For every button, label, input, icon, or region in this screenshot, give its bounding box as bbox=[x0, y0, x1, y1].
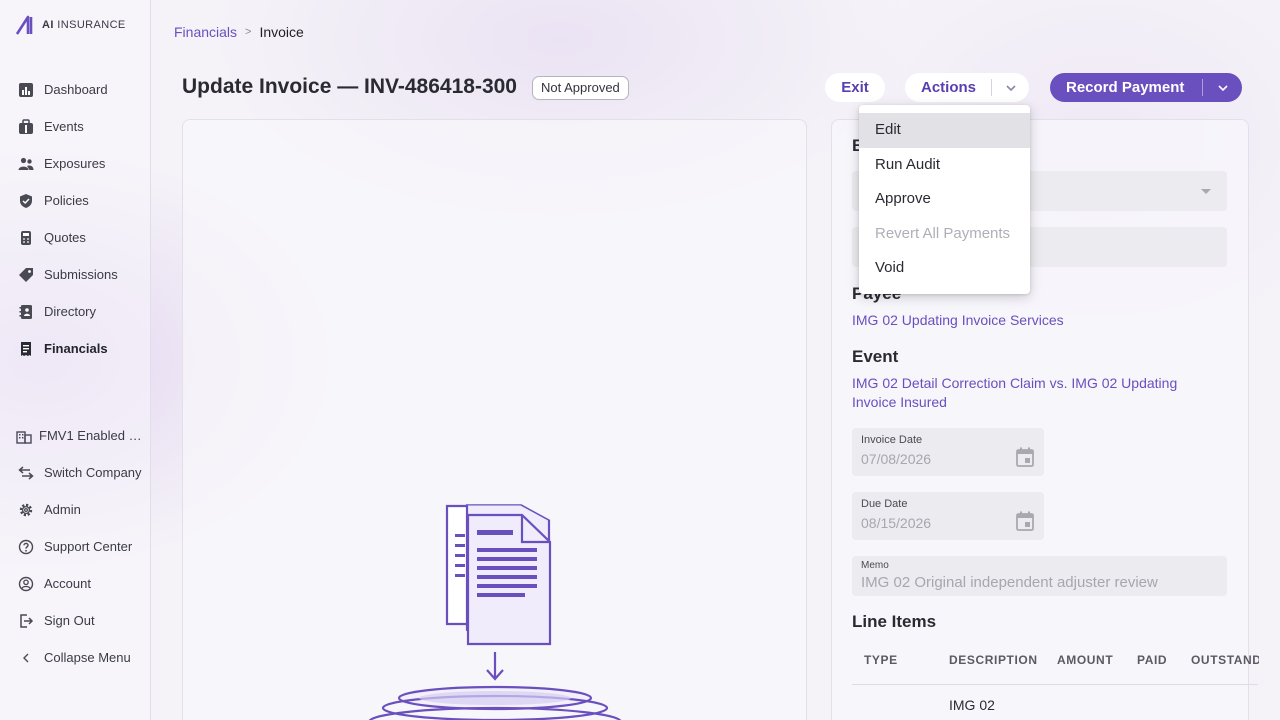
page-title: Update Invoice — INV-486418-300 bbox=[182, 75, 517, 98]
brand-logo[interactable]: AI INSURANCE bbox=[16, 15, 126, 35]
breadcrumb-separator: > bbox=[245, 26, 252, 38]
sidebar-item-events[interactable]: Events bbox=[0, 108, 151, 145]
sidebar-item-label: Support Center bbox=[44, 539, 133, 554]
bar-chart-icon bbox=[19, 82, 33, 97]
invoice-date-label: Invoice Date bbox=[861, 434, 923, 446]
record-payment-dropdown-toggle[interactable] bbox=[1203, 84, 1242, 92]
sidebar-item-label: Admin bbox=[44, 502, 81, 517]
account-circle-icon bbox=[18, 576, 34, 591]
utility-nav: FMV1 Enabled Company Switch Company Admi… bbox=[0, 417, 151, 676]
building-icon bbox=[16, 430, 32, 444]
receipt-icon bbox=[21, 341, 31, 356]
actions-dropdown-toggle[interactable] bbox=[992, 84, 1029, 92]
payee-link[interactable]: IMG 02 Updating Invoice Services bbox=[852, 311, 1222, 330]
caret-down-icon bbox=[1201, 189, 1211, 194]
actions-button[interactable]: Actions bbox=[905, 73, 1029, 102]
gear-icon bbox=[19, 503, 33, 516]
column-header-description[interactable]: DESCRIPTION bbox=[949, 653, 1038, 667]
people-icon bbox=[18, 157, 34, 170]
breadcrumb: Financials > Invoice bbox=[174, 24, 304, 40]
breadcrumb-current: Invoice bbox=[259, 24, 304, 40]
sidebar-item-label: Dashboard bbox=[44, 82, 108, 97]
menu-item-approve[interactable]: Approve bbox=[859, 182, 1030, 217]
memo-label: Memo bbox=[861, 560, 889, 571]
sidebar-item-financials[interactable]: Financials bbox=[0, 330, 151, 367]
invoice-date-value: 07/08/2026 bbox=[861, 451, 932, 467]
line-items-heading: Line Items bbox=[852, 612, 937, 631]
calendar-icon[interactable] bbox=[1016, 447, 1034, 467]
column-header-paid[interactable]: PAID bbox=[1137, 653, 1167, 667]
calendar-icon[interactable] bbox=[1016, 511, 1034, 531]
document-upload-illustration-icon bbox=[368, 504, 622, 720]
chevron-left-icon bbox=[23, 653, 29, 662]
breadcrumb-link-financials[interactable]: Financials bbox=[174, 24, 237, 40]
sign-out-icon bbox=[20, 613, 34, 628]
chevron-down-icon bbox=[1005, 84, 1016, 91]
menu-item-revert-all-payments: Revert All Payments bbox=[875, 224, 1011, 242]
main-nav: Dashboard Events Exposures Policies Quot… bbox=[0, 71, 151, 367]
actions-button-label: Actions bbox=[921, 79, 977, 96]
support-center-link[interactable]: Support Center bbox=[0, 528, 151, 565]
calculator-icon bbox=[21, 230, 31, 245]
briefcase-icon bbox=[19, 118, 33, 134]
logo-text: AI INSURANCE bbox=[42, 19, 126, 31]
tag-icon bbox=[19, 267, 33, 282]
sidebar-item-label: Quotes bbox=[44, 230, 86, 245]
record-payment-label: Record Payment bbox=[1066, 79, 1185, 96]
sidebar-item-label: Sign Out bbox=[44, 613, 95, 628]
status-badge: Not Approved bbox=[532, 76, 629, 100]
column-header-type[interactable]: TYPE bbox=[864, 653, 898, 667]
sidebar-item-label: Account bbox=[44, 576, 91, 591]
sidebar-item-label: Collapse Menu bbox=[44, 650, 131, 665]
sidebar-item-label: Policies bbox=[44, 193, 89, 208]
record-payment-button[interactable]: Record Payment bbox=[1050, 73, 1242, 102]
due-date-value: 08/15/2026 bbox=[861, 515, 932, 531]
menu-item-void[interactable]: Void bbox=[859, 251, 1030, 286]
document-preview-panel[interactable] bbox=[182, 119, 807, 720]
exit-button[interactable]: Exit bbox=[825, 73, 885, 102]
admin-link[interactable]: Admin bbox=[0, 491, 151, 528]
sidebar-item-label: Switch Company bbox=[44, 465, 142, 480]
sidebar-item-quotes[interactable]: Quotes bbox=[0, 219, 151, 256]
company-switcher-current[interactable]: FMV1 Enabled Company bbox=[0, 417, 151, 454]
table-header-divider bbox=[852, 684, 1258, 685]
column-header-amount[interactable]: AMOUNT bbox=[1057, 653, 1113, 667]
actions-menu: Edit Run Audit Approve Revert All Paymen… bbox=[859, 105, 1030, 294]
memo-field[interactable]: Memo IMG 02 Original independent adjuste… bbox=[852, 556, 1227, 596]
menu-item-run-audit[interactable]: Run Audit bbox=[859, 148, 1030, 183]
column-header-outstanding[interactable]: OUTSTAND bbox=[1191, 653, 1259, 667]
sidebar-item-label: Exposures bbox=[44, 156, 106, 171]
line-item-description: IMG 02 Original bbox=[949, 697, 997, 720]
contacts-book-icon bbox=[19, 304, 32, 319]
due-date-field[interactable]: Due Date 08/15/2026 bbox=[852, 492, 1044, 540]
sidebar-item-dashboard[interactable]: Dashboard bbox=[0, 71, 151, 108]
invoice-date-field[interactable]: Invoice Date 07/08/2026 bbox=[852, 428, 1044, 476]
sidebar-item-label: Directory bbox=[44, 304, 97, 319]
sidebar-item-policies[interactable]: Policies bbox=[0, 182, 151, 219]
chevron-down-icon bbox=[1217, 84, 1228, 91]
switch-arrows-icon bbox=[18, 465, 34, 480]
company-name: FMV1 Enabled Company bbox=[39, 428, 144, 443]
event-heading: Event bbox=[852, 347, 899, 366]
sidebar-item-directory[interactable]: Directory bbox=[0, 293, 151, 330]
sidebar-item-label: Submissions bbox=[44, 267, 118, 282]
shield-icon bbox=[20, 193, 32, 208]
event-link[interactable]: IMG 02 Detail Correction Claim vs. IMG 0… bbox=[852, 374, 1222, 412]
sidebar: AI INSURANCE Dashboard Events Exposures … bbox=[0, 0, 151, 720]
sidebar-item-label: Events bbox=[44, 119, 84, 134]
menu-item-edit[interactable]: Edit bbox=[859, 113, 1030, 148]
logo-mark-icon bbox=[16, 15, 33, 35]
switch-company-link[interactable]: Switch Company bbox=[0, 454, 151, 491]
memo-value: IMG 02 Original independent adjuster rev… bbox=[861, 574, 1158, 591]
account-link[interactable]: Account bbox=[0, 565, 151, 602]
sidebar-item-exposures[interactable]: Exposures bbox=[0, 145, 151, 182]
sign-out-link[interactable]: Sign Out bbox=[0, 602, 151, 639]
sidebar-item-submissions[interactable]: Submissions bbox=[0, 256, 151, 293]
sidebar-item-label: Financials bbox=[44, 341, 108, 356]
due-date-label: Due Date bbox=[861, 498, 908, 510]
collapse-menu-button[interactable]: Collapse Menu bbox=[0, 639, 151, 676]
exit-button-label: Exit bbox=[841, 79, 869, 96]
help-circle-icon bbox=[18, 539, 34, 554]
